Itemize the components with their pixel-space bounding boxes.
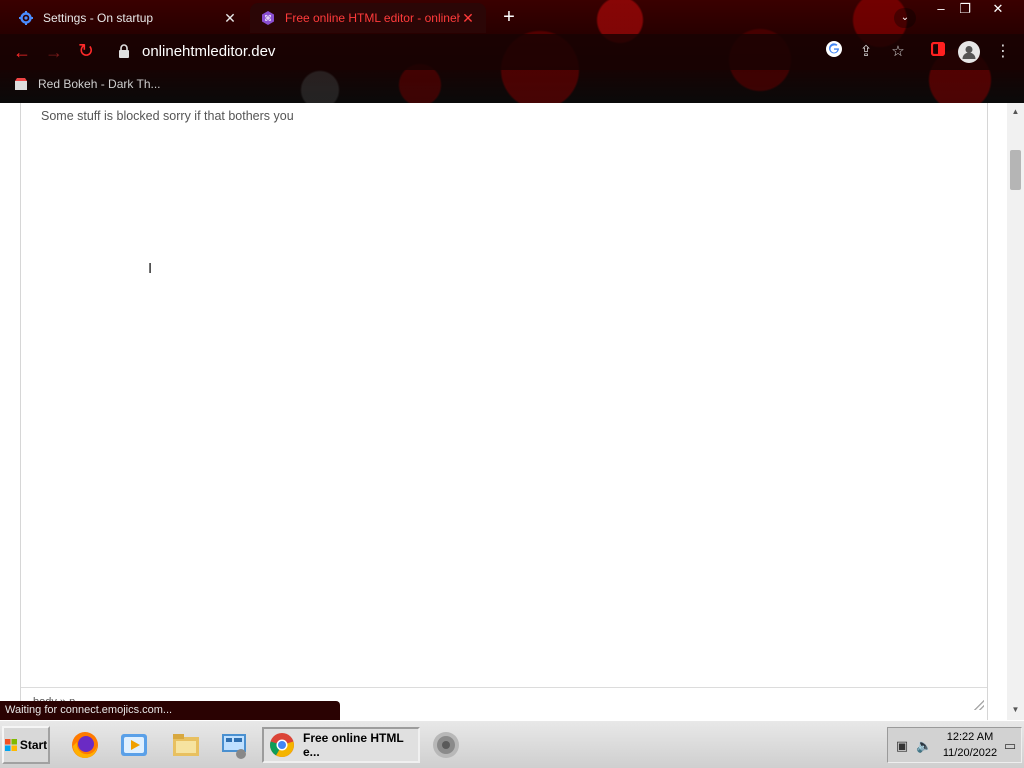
gear-icon xyxy=(18,10,34,26)
editor-logo-icon: ⌘ xyxy=(260,10,276,26)
google-icon[interactable] xyxy=(823,41,845,63)
speaker-device-icon[interactable] xyxy=(430,729,462,761)
forward-button[interactable]: → xyxy=(42,40,66,64)
svg-text:⌘: ⌘ xyxy=(264,14,272,23)
scroll-up-icon[interactable]: ▲ xyxy=(1007,105,1024,119)
reload-button[interactable]: ↻ xyxy=(74,40,98,64)
volume-icon[interactable]: 🔈 xyxy=(916,738,932,754)
tab-html-editor[interactable]: ⌘ Free online HTML editor - onlinehtm ✕ xyxy=(250,3,486,33)
tab-title: Free online HTML editor - onlinehtm xyxy=(285,11,460,25)
lock-icon[interactable] xyxy=(118,44,132,60)
share-icon[interactable]: ⇪ xyxy=(855,41,877,63)
close-window-button[interactable]: ✕ xyxy=(984,0,1012,18)
start-button[interactable]: Start xyxy=(2,726,50,764)
scroll-down-icon[interactable]: ▼ xyxy=(1007,703,1024,717)
toolbar: ← → ↻ onlinehtmleditor.dev ⇪ ☆ ⋮ xyxy=(0,34,1024,70)
close-tab-icon[interactable]: ✕ xyxy=(222,10,238,26)
profile-avatar-icon[interactable] xyxy=(958,41,980,63)
new-tab-button[interactable]: + xyxy=(498,7,520,29)
kebab-menu-icon[interactable]: ⋮ xyxy=(992,41,1014,63)
taskbar: Start Free online HTML e... ▣ 🔈 12:22 AM… xyxy=(0,720,1024,768)
bookmark-label: Red Bokeh - Dark Th... xyxy=(38,77,161,91)
chrome-icon xyxy=(269,732,295,758)
tab-settings[interactable]: Settings - On startup ✕ xyxy=(8,3,248,33)
vertical-scrollbar[interactable]: ▲ ▼ xyxy=(1007,103,1024,720)
control-panel-icon[interactable] xyxy=(219,729,251,761)
clock-date[interactable]: 11/20/2022 xyxy=(938,747,1002,759)
taskbar-item-label: Free online HTML e... xyxy=(303,731,404,759)
text-cursor-icon: I xyxy=(148,260,153,277)
bookmarks-bar: Red Bokeh - Dark Th... xyxy=(0,70,1024,102)
windows-flag-icon xyxy=(4,739,17,751)
tab-search-button[interactable]: ⌄ xyxy=(894,8,916,28)
firefox-icon[interactable] xyxy=(69,729,101,761)
close-tab-icon[interactable]: ✕ xyxy=(460,10,476,26)
tab-title: Settings - On startup xyxy=(43,11,154,25)
start-label: Start xyxy=(19,738,48,752)
taskbar-item-chrome[interactable]: Free online HTML e... xyxy=(262,727,420,763)
show-desktop-icon[interactable]: ▭ xyxy=(1002,738,1018,754)
html-editor[interactable]: Some stuff is blocked sorry if that both… xyxy=(20,103,988,720)
page-viewport: Some stuff is blocked sorry if that both… xyxy=(0,103,1024,720)
back-button[interactable]: ← xyxy=(10,40,34,64)
bookmark-item[interactable]: Red Bokeh - Dark Th... xyxy=(14,77,161,91)
scrollbar-thumb[interactable] xyxy=(1010,150,1021,190)
loading-status: Waiting for connect.emojics.com... xyxy=(0,701,340,720)
file-explorer-icon[interactable] xyxy=(170,729,202,761)
address-bar[interactable]: onlinehtmleditor.dev xyxy=(142,43,275,60)
browser-chrome: Settings - On startup ✕ ⌘ Free online HT… xyxy=(0,0,1024,103)
theme-store-icon xyxy=(14,77,28,91)
network-icon[interactable]: ▣ xyxy=(894,738,910,754)
editor-paragraph[interactable]: Some stuff is blocked sorry if that both… xyxy=(41,109,294,123)
system-tray: ▣ 🔈 12:22 AM 11/20/2022 ▭ xyxy=(887,727,1022,763)
extension-icon[interactable] xyxy=(927,41,949,63)
resize-grip-icon[interactable] xyxy=(974,700,984,710)
bookmark-star-icon[interactable]: ☆ xyxy=(887,41,909,63)
restore-button[interactable]: ❐ xyxy=(950,0,980,18)
clock-time[interactable]: 12:22 AM xyxy=(938,731,1002,743)
media-player-icon[interactable] xyxy=(118,729,150,761)
